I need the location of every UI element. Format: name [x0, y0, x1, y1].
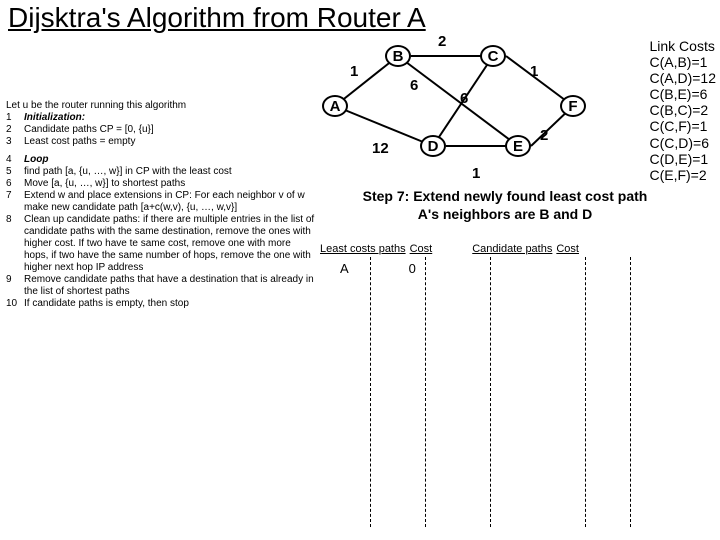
- edge-cd-weight: 6: [460, 90, 468, 107]
- paths-tables: Least costs paths Cost Candidate paths C…: [320, 243, 700, 529]
- edge-de-weight: 1: [472, 165, 480, 182]
- divider: [425, 257, 426, 527]
- link-cost-item: C(C,F)=1: [649, 118, 716, 134]
- edge-ef-weight: 2: [540, 127, 548, 144]
- page-title: Dijsktra's Algorithm from Router A: [0, 0, 720, 40]
- step-caption: Step 7: Extend newly found least cost pa…: [340, 188, 670, 223]
- link-cost-item: C(E,F)=2: [649, 167, 716, 183]
- algo-intro: Let u be the router running this algorit…: [6, 100, 316, 112]
- algo-line: 6Move [a, {u, …, w}] to shortest paths: [6, 178, 316, 190]
- link-costs-panel: Link Costs C(A,B)=1 C(A,D)=12 C(B,E)=6 C…: [649, 38, 716, 183]
- algo-line: 5find path [a, {u, …, w}] in CP with the…: [6, 166, 316, 178]
- edge-bc-weight: 2: [438, 33, 446, 50]
- divider: [585, 257, 586, 527]
- edge-cf-weight: 1: [530, 63, 538, 80]
- tables-body: A 0: [320, 259, 700, 529]
- lc-dest: A: [340, 261, 349, 276]
- algo-line: 4Loop: [6, 154, 316, 166]
- node-c: C: [480, 45, 506, 67]
- col-least-cost-paths: Least costs paths: [320, 243, 406, 255]
- divider: [490, 257, 491, 527]
- algo-line: 10If candidate paths is empty, then stop: [6, 298, 316, 310]
- step-caption-line2: A's neighbors are B and D: [340, 206, 670, 224]
- link-cost-item: C(B,C)=2: [649, 102, 716, 118]
- node-e: E: [505, 135, 531, 157]
- algo-line: 8Clean up candidate paths: if there are …: [6, 214, 316, 274]
- col-candidate-paths: Candidate paths: [472, 243, 552, 255]
- algo-line: 9Remove candidate paths that have a dest…: [6, 274, 316, 298]
- step-caption-line1: Step 7: Extend newly found least cost pa…: [340, 188, 670, 206]
- node-a: A: [322, 95, 348, 117]
- algo-line: 1Initialization:: [6, 112, 316, 124]
- divider: [630, 257, 631, 527]
- link-cost-item: C(A,B)=1: [649, 54, 716, 70]
- edge-ab-weight: 1: [350, 63, 358, 80]
- algo-line: 7Extend w and place extensions in CP: Fo…: [6, 190, 316, 214]
- edge-ad-weight: 12: [372, 140, 389, 157]
- node-b: B: [385, 45, 411, 67]
- link-cost-item: C(A,D)=12: [649, 70, 716, 86]
- algo-line: 3Least cost paths = empty: [6, 136, 316, 148]
- edge-be-weight: 6: [410, 77, 418, 94]
- link-cost-item: C(B,E)=6: [649, 86, 716, 102]
- algo-line: 2Candidate paths CP = [0, {u}]: [6, 124, 316, 136]
- network-graph: A B C D E F 1 2 6 6 1 12 2 1: [310, 35, 590, 175]
- node-d: D: [420, 135, 446, 157]
- link-cost-item: C(C,D)=6: [649, 135, 716, 151]
- table-row: A 0: [340, 261, 416, 276]
- col-cand-cost: Cost: [556, 243, 579, 255]
- link-costs-heading: Link Costs: [649, 38, 716, 54]
- link-cost-item: C(D,E)=1: [649, 151, 716, 167]
- node-f: F: [560, 95, 586, 117]
- lc-cost: 0: [409, 261, 416, 276]
- graph-edges: [310, 35, 590, 175]
- algorithm-pseudocode: Let u be the router running this algorit…: [6, 100, 316, 310]
- divider: [370, 257, 371, 527]
- col-lc-cost: Cost: [410, 243, 433, 255]
- least-cost-table-header: Least costs paths Cost: [320, 243, 432, 255]
- candidate-table-header: Candidate paths Cost: [472, 243, 579, 255]
